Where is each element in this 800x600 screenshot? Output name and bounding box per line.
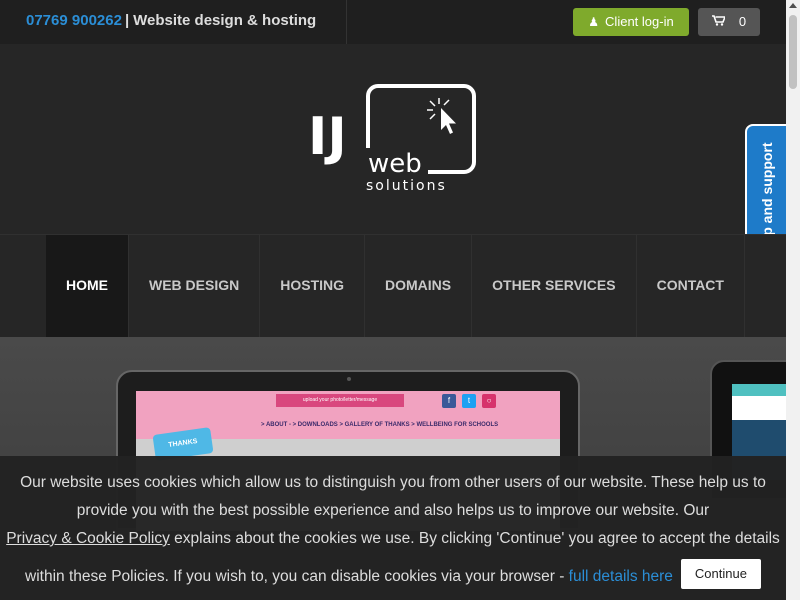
continue-button[interactable]: Continue [680,559,761,589]
site-header: IJ web solutions [0,44,786,234]
twitter-icon: t [462,394,476,408]
full-details-link[interactable]: full details here [569,568,673,585]
user-icon: ♟ [588,15,600,29]
cookie-text-line-3-rest: explains about the cookies we use. By cl… [169,530,780,547]
cookie-text-line-3: Privacy & Cookie Policy explains about t… [0,530,786,548]
facebook-icon: f [442,394,456,408]
main-nav: HOME WEB DESIGN HOSTING DOMAINS OTHER SE… [0,234,786,337]
cookie-text-line-1: Our website uses cookies which allow us … [20,474,766,491]
cookie-text-line-4: within these Policies. If you wish to, y… [0,559,786,592]
nav-item-web-design[interactable]: WEB DESIGN [129,235,261,337]
top-bar: 07769 900262 | Website design & hosting ♟ C… [0,0,786,44]
contact-strip: 07769 900262 | Website design & hosting [0,0,347,44]
site-logo[interactable]: IJ web solutions [308,84,478,194]
logo-web: web [368,149,422,179]
cookie-text-line-2: provide you with the best possible exper… [76,502,710,519]
laptop-camera [347,377,351,381]
cookie-banner: Our website uses cookies which allow us … [0,456,786,600]
nav-item-home[interactable]: HOME [46,235,129,337]
nav-item-contact[interactable]: CONTACT [637,235,745,337]
screen-upload-banner: upload your photo/letter/message [276,394,404,407]
cart-button[interactable]: 0 [698,8,760,36]
scroll-up-arrow-icon[interactable] [789,3,797,8]
nav-item-hosting[interactable]: HOSTING [260,235,366,337]
tablet-band-teal [732,384,786,396]
nav-item-other-services[interactable]: OTHER SERVICES [472,235,637,337]
separator: | [124,12,130,29]
scrollbar-thumb[interactable] [789,15,797,89]
nav-item-domains[interactable]: DOMAINS [365,235,473,337]
logo-solutions: solutions [366,178,447,194]
page: 07769 900262 | Website design & hosting ♟ C… [0,0,800,600]
logo-letters: IJ [308,107,347,167]
tablet-band-white [732,396,786,420]
cart-count: 0 [738,14,747,29]
client-login-label: Client log-in [605,14,674,29]
cursor-icon [427,98,456,134]
tagline: Website design & hosting [133,12,317,29]
phone-number[interactable]: 07769 900262 [26,12,122,29]
page-scrollbar[interactable] [786,0,800,600]
client-login-button[interactable]: ♟ Client log-in [573,8,689,36]
screen-menu: > ABOUT - > DOWNLOADS > GALLERY OF THANK… [261,422,499,428]
cookie-text-line-4-text: within these Policies. If you wish to, y… [25,568,569,586]
cart-icon [711,8,727,36]
instagram-icon: ○ [482,394,496,408]
privacy-cookie-policy-link[interactable]: Privacy & Cookie Policy [6,530,170,547]
